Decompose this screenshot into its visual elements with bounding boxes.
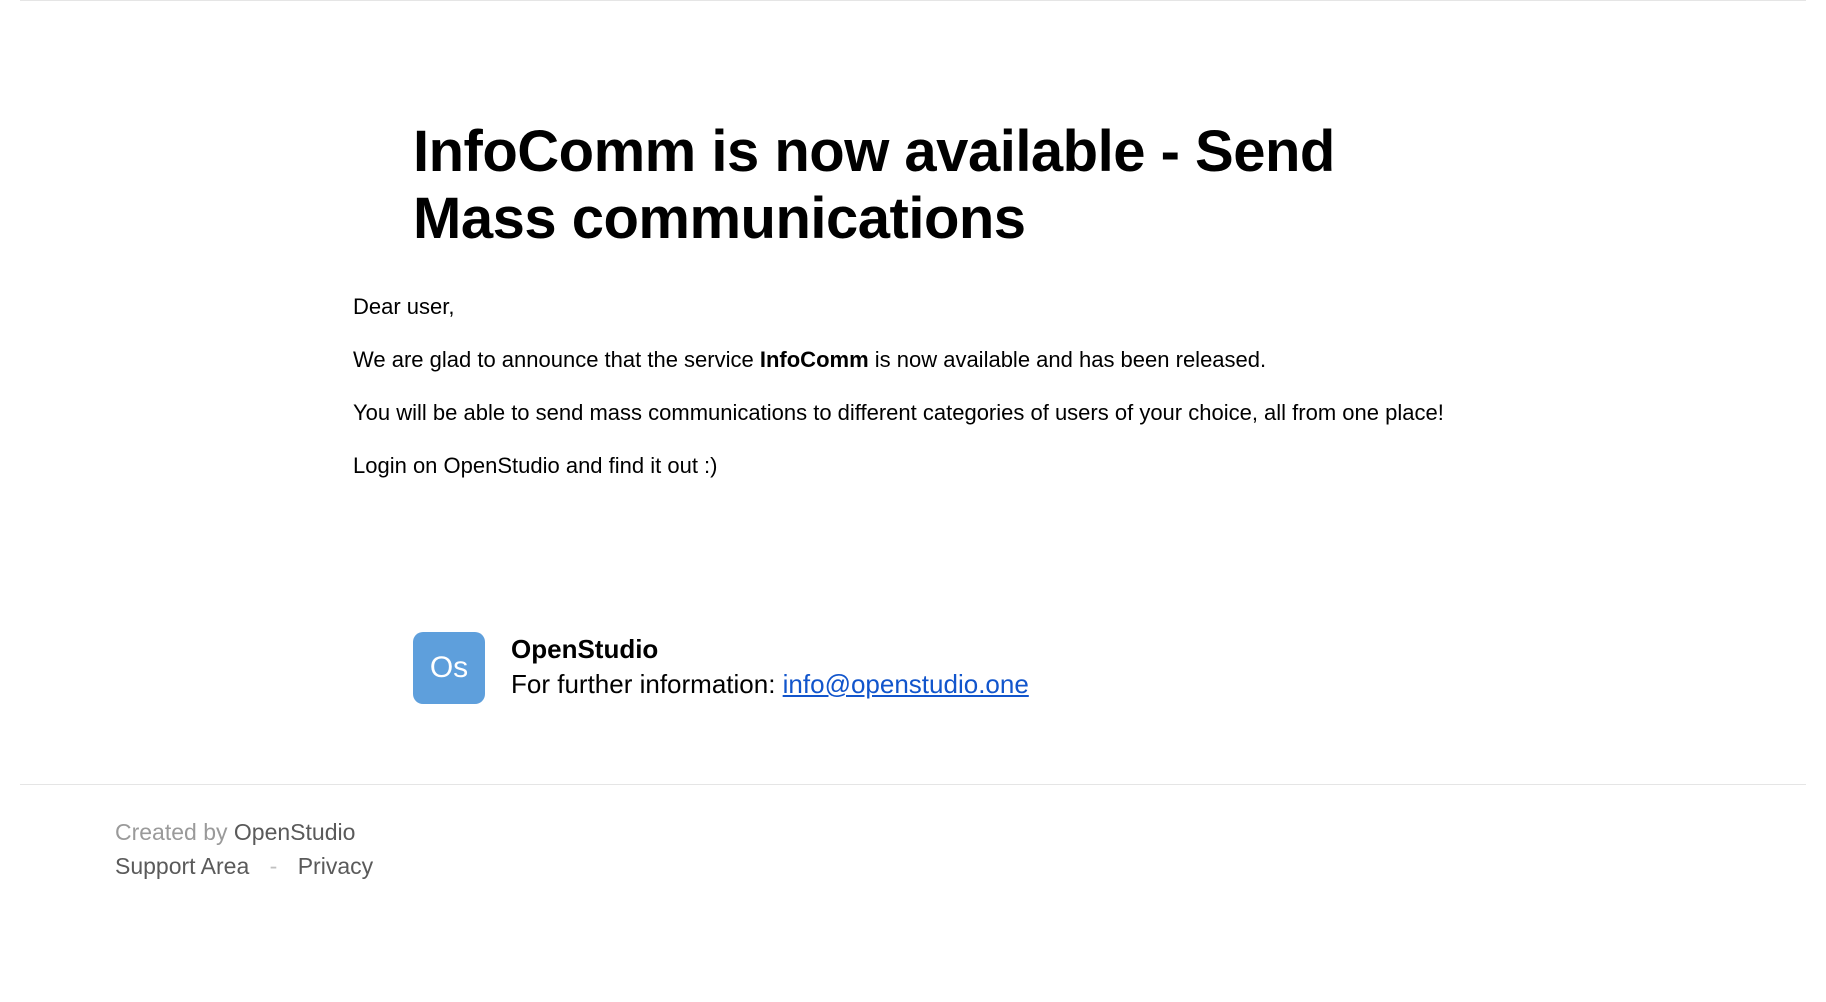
description-line: You will be able to send mass communicat…	[353, 398, 1473, 429]
info-label: For further information:	[511, 669, 783, 699]
service-name: InfoComm	[760, 347, 869, 372]
footer-links: Support Area - Privacy	[115, 849, 1711, 884]
openstudio-logo-icon: Os	[413, 632, 485, 704]
support-area-link[interactable]: Support Area	[115, 853, 249, 879]
privacy-link[interactable]: Privacy	[298, 853, 373, 879]
cta-line: Login on OpenStudio and find it out :)	[353, 451, 1473, 482]
signature-info-line: For further information: info@openstudio…	[511, 667, 1029, 702]
signature-org-name: OpenStudio	[511, 632, 1029, 667]
announcement-line: We are glad to announce that the service…	[353, 345, 1473, 376]
footer-separator: -	[270, 853, 278, 879]
footer: Created by OpenStudio Support Area - Pri…	[0, 785, 1826, 914]
info-email-link[interactable]: info@openstudio.one	[783, 669, 1029, 699]
page-title: InfoComm is now available - Send Mass co…	[413, 119, 1473, 252]
signature-block: Os OpenStudio For further information: i…	[413, 632, 1473, 704]
signature-text: OpenStudio For further information: info…	[511, 632, 1029, 702]
content-wrapper: InfoComm is now available - Send Mass co…	[293, 119, 1533, 704]
footer-created-by: Created by OpenStudio	[115, 815, 1711, 850]
greeting-line: Dear user,	[353, 292, 1473, 323]
created-by-name: OpenStudio	[234, 819, 355, 845]
created-by-label: Created by	[115, 819, 234, 845]
body-text: Dear user, We are glad to announce that …	[353, 292, 1473, 481]
announce-pre: We are glad to announce that the service	[353, 347, 760, 372]
announce-post: is now available and has been released.	[869, 347, 1267, 372]
top-divider	[20, 0, 1806, 1]
